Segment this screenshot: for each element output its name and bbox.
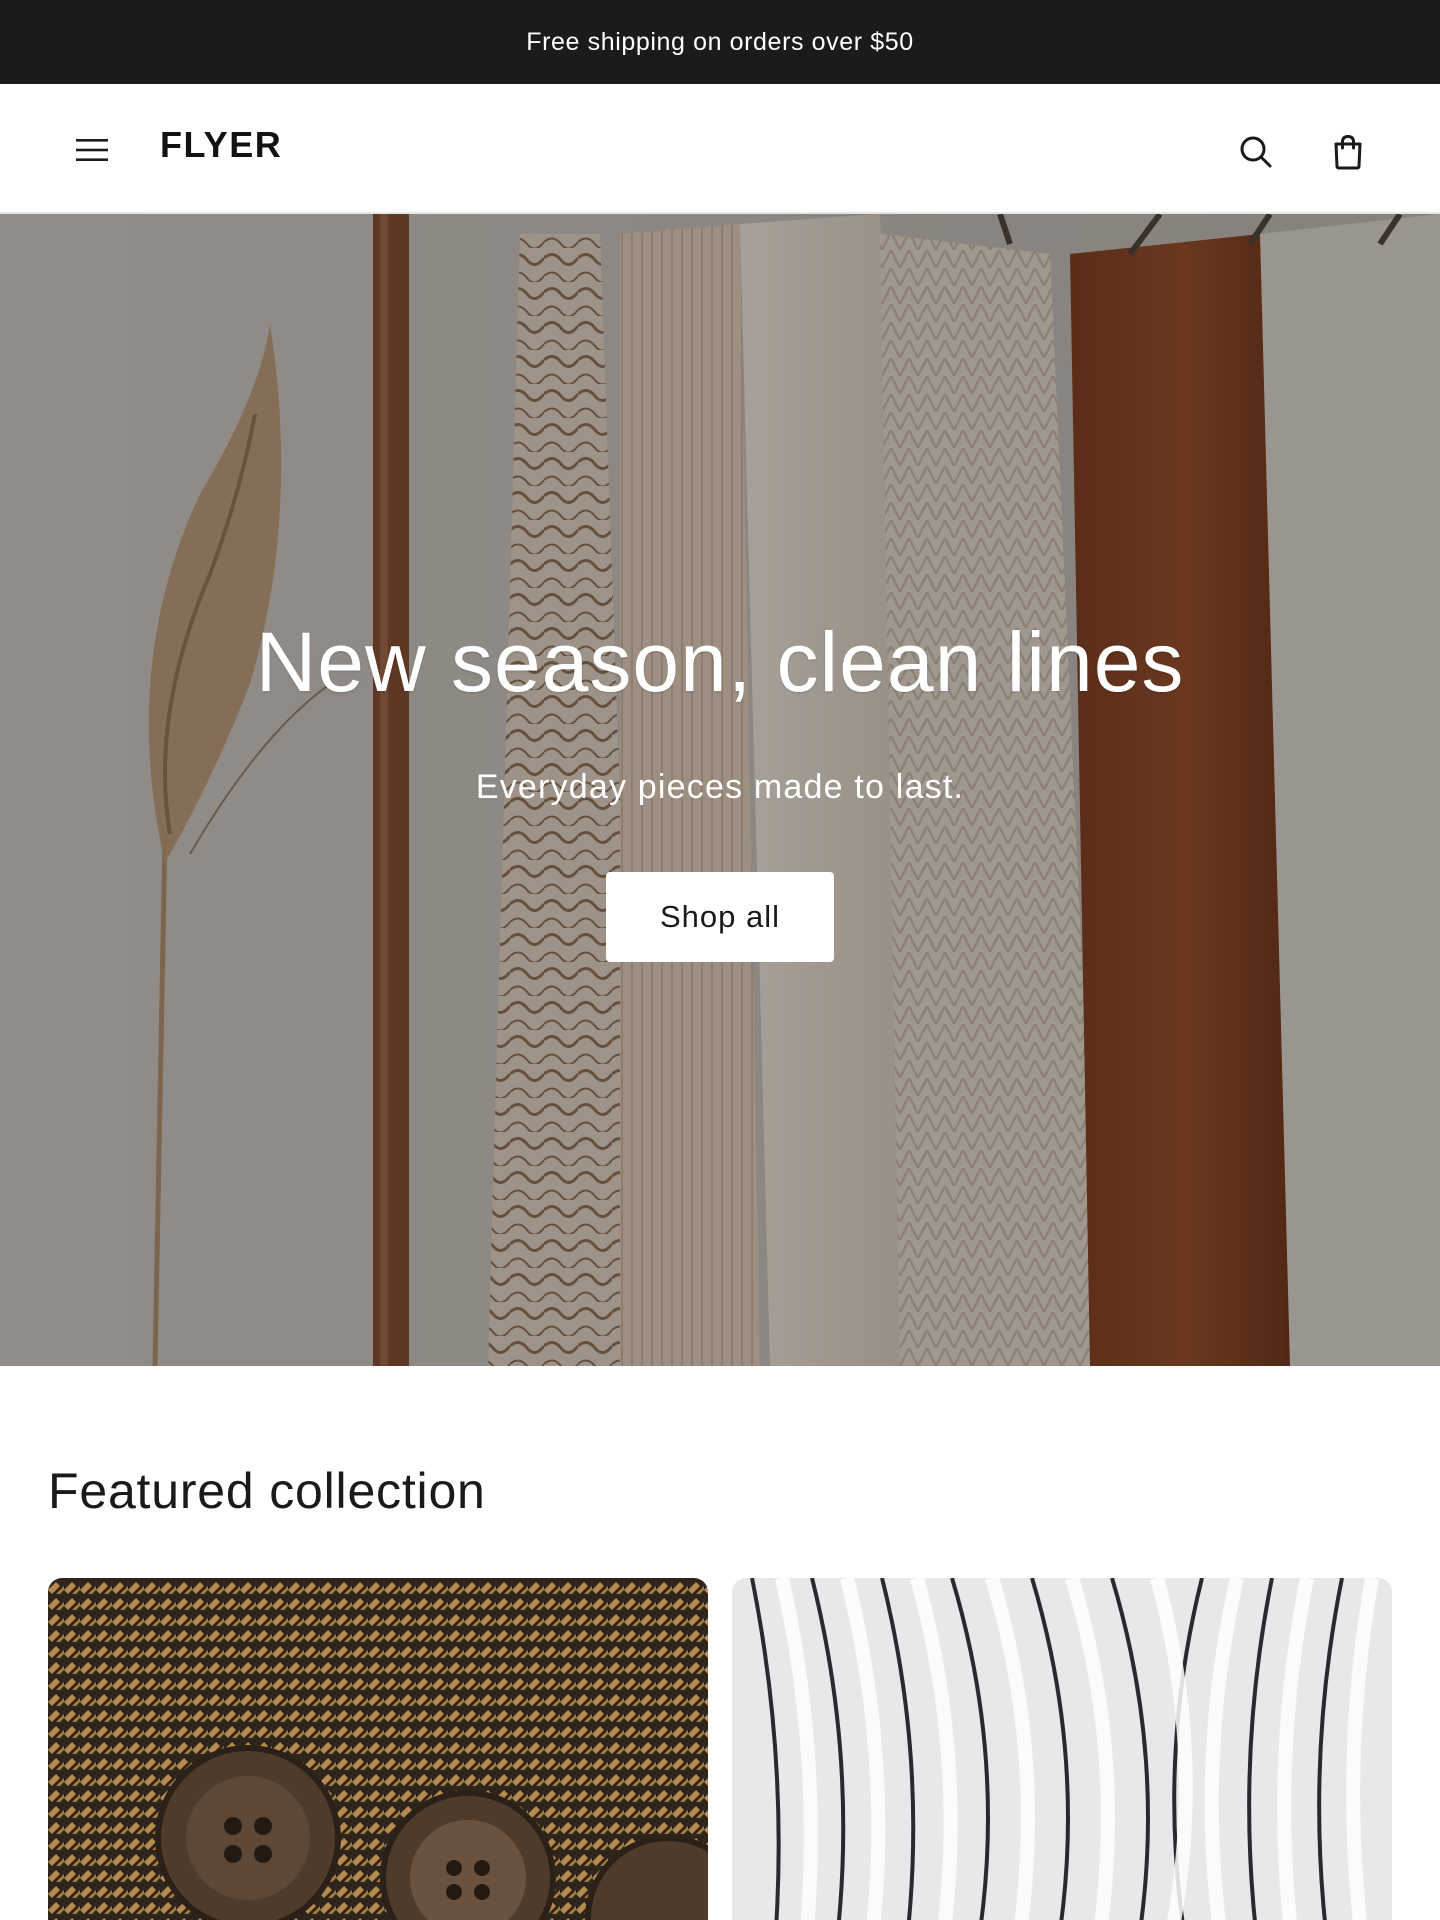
featured-collection-heading: Featured collection bbox=[48, 1463, 486, 1519]
announcement-bar: Free shipping on orders over $50 bbox=[0, 0, 1440, 84]
site-header: FLYER bbox=[0, 84, 1440, 214]
hero-content: New season, clean lines Everyday pieces … bbox=[0, 214, 1440, 1366]
hero-banner: New season, clean lines Everyday pieces … bbox=[0, 214, 1440, 1366]
site-logo[interactable]: FLYER bbox=[160, 124, 282, 166]
hamburger-menu-icon bbox=[76, 139, 108, 161]
hero-subtitle: Everyday pieces made to last. bbox=[475, 768, 965, 806]
announcement-text: Free shipping on orders over $50 bbox=[526, 27, 914, 56]
white-rope-yarn-image bbox=[732, 1578, 1392, 1920]
product-card[interactable] bbox=[732, 1578, 1392, 1920]
shop-all-button[interactable]: Shop all bbox=[606, 872, 834, 962]
product-card[interactable] bbox=[48, 1578, 708, 1920]
shopping-bag-icon bbox=[1334, 134, 1362, 170]
cart-button[interactable] bbox=[1320, 124, 1376, 180]
tweed-fabric-buttons-image bbox=[48, 1578, 708, 1920]
menu-button[interactable] bbox=[64, 126, 120, 174]
search-icon bbox=[1240, 136, 1272, 168]
hero-title: New season, clean lines bbox=[255, 615, 1185, 709]
search-button[interactable] bbox=[1228, 124, 1284, 180]
